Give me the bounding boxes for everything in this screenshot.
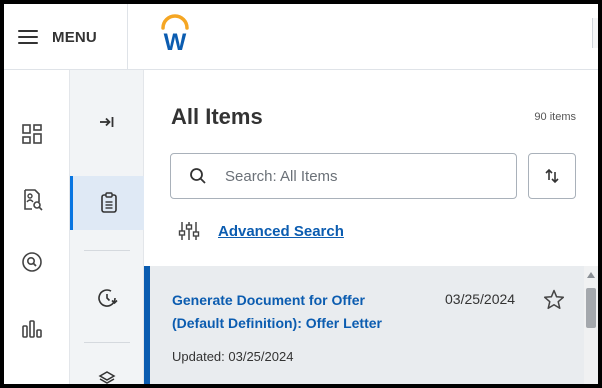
logo-letter: W xyxy=(164,29,187,54)
bar-chart-icon[interactable] xyxy=(20,316,44,340)
advanced-search: Advanced Search xyxy=(178,220,344,242)
side-panel-item-active[interactable] xyxy=(70,176,144,230)
sort-arrows-icon xyxy=(545,168,559,184)
result-date: 03/25/2024 xyxy=(445,291,516,307)
divider xyxy=(84,342,130,343)
item-count: 90 items xyxy=(534,111,576,123)
left-nav-rail xyxy=(4,70,70,384)
scroll-up-arrow-icon[interactable] xyxy=(587,272,595,278)
sort-button[interactable] xyxy=(528,153,576,199)
hamburger-icon xyxy=(18,30,38,44)
workday-logo[interactable]: W xyxy=(158,14,192,54)
menu-label: MENU xyxy=(52,28,97,46)
layers-icon xyxy=(98,371,116,384)
result-title[interactable]: Generate Document for Offer (Default Def… xyxy=(172,289,412,335)
advanced-search-link[interactable]: Advanced Search xyxy=(218,223,344,240)
search-box[interactable] xyxy=(170,153,517,199)
result-item[interactable]: Generate Document for Offer (Default Def… xyxy=(144,266,584,384)
search-circle-icon[interactable] xyxy=(20,250,44,274)
result-updated: Updated: 03/25/2024 xyxy=(172,349,294,364)
page-title: All Items xyxy=(171,104,263,129)
side-panel xyxy=(70,70,144,384)
scroll-thumb[interactable] xyxy=(586,288,596,328)
app-frame: MENU W All Items 90 items Search: All It… xyxy=(4,4,598,384)
menu-button[interactable]: MENU xyxy=(4,4,128,70)
recent-history-button[interactable] xyxy=(70,278,144,318)
topbar-edge-control[interactable] xyxy=(592,18,598,48)
history-clock-icon xyxy=(98,289,118,307)
top-bar: MENU W xyxy=(4,4,598,70)
divider xyxy=(84,250,130,251)
clipboard-icon xyxy=(100,192,117,213)
layers-button[interactable] xyxy=(70,368,144,384)
search-input[interactable] xyxy=(225,167,495,185)
main-content: All Items 90 items Search: All Items Adv… xyxy=(144,70,598,384)
search-icon xyxy=(190,168,206,184)
expand-panel-button[interactable] xyxy=(70,106,144,138)
apps-grid-icon[interactable] xyxy=(20,122,44,146)
person-document-search-icon[interactable] xyxy=(20,188,44,212)
expand-arrow-icon xyxy=(100,117,114,127)
star-icon[interactable] xyxy=(542,288,566,312)
scrollbar[interactable] xyxy=(584,266,598,384)
filter-sliders-icon[interactable] xyxy=(178,220,200,242)
